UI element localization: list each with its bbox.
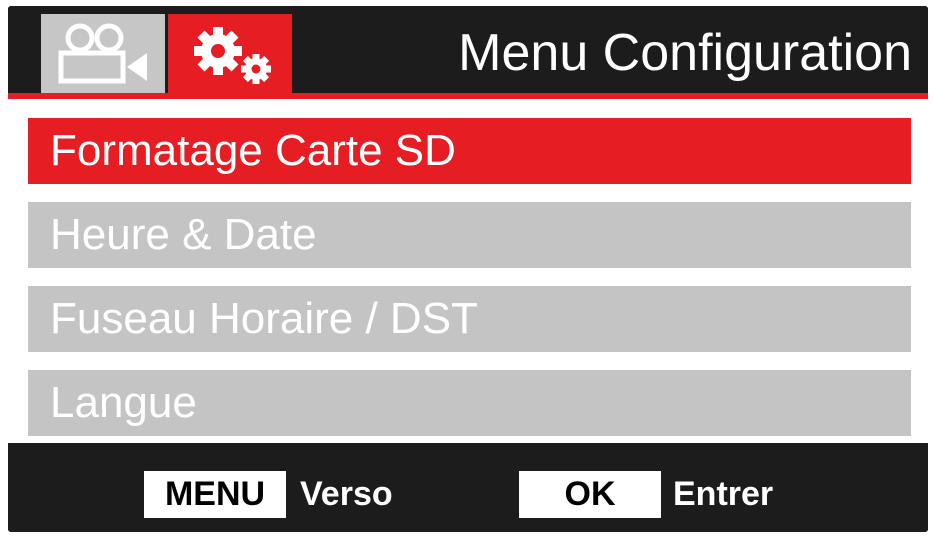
menu-key-action-label: Verso bbox=[300, 475, 393, 513]
ok-key-button[interactable]: OK bbox=[519, 471, 661, 518]
menu-item-language[interactable]: Langue bbox=[28, 370, 911, 436]
menu-item-timezone-dst[interactable]: Fuseau Horaire / DST bbox=[28, 286, 911, 352]
video-camera-icon bbox=[58, 23, 147, 83]
footer-bar: MENU Verso OK Entrer bbox=[8, 447, 928, 532]
tab-video[interactable] bbox=[41, 14, 165, 93]
tab-setup[interactable] bbox=[168, 14, 292, 93]
menu-key-button[interactable]: MENU bbox=[144, 471, 286, 518]
menu-list: Formatage Carte SD Heure & Date Fuseau H… bbox=[8, 99, 928, 443]
menu-item-format-sd[interactable]: Formatage Carte SD bbox=[28, 118, 911, 184]
gears-icon bbox=[194, 26, 271, 84]
device-screen: Menu Configuration Formatage Carte SD He… bbox=[8, 6, 928, 532]
page-title: Menu Configuration bbox=[458, 24, 912, 82]
menu-item-time-date[interactable]: Heure & Date bbox=[28, 202, 911, 268]
ok-key-action-label: Entrer bbox=[673, 475, 774, 513]
header-bar: Menu Configuration bbox=[8, 6, 928, 93]
